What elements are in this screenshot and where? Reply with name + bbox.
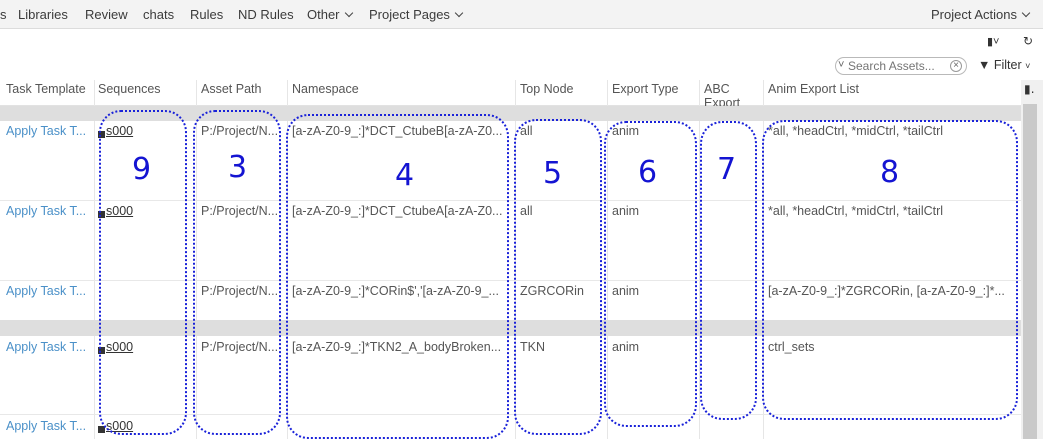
export-menu-icon[interactable]: ▮˅ — [987, 35, 999, 48]
chevron-down-icon — [454, 8, 464, 18]
task-template-link[interactable]: Apply Task T... — [6, 204, 92, 218]
nav-item-nd-rules[interactable]: ND Rules — [238, 7, 294, 22]
filter-button[interactable]: ▼ Filter ˅ — [978, 58, 1030, 72]
nav-project-pages-label: Project Pages — [369, 7, 450, 22]
search-input[interactable] — [848, 59, 943, 73]
refresh-icon[interactable]: ↻ — [1023, 34, 1033, 48]
nav-item-other-menu[interactable]: Other — [307, 7, 353, 22]
project-actions-menu[interactable]: Project Actions — [931, 7, 1031, 22]
filter-icon: ▼ — [978, 58, 991, 72]
column-settings-icon[interactable]: ▮․ — [1024, 82, 1035, 96]
nav-item-review[interactable]: Review — [85, 7, 128, 22]
nav-item-chats[interactable]: chats — [143, 7, 174, 22]
search-assets-field[interactable]: ˅ × — [835, 57, 967, 75]
column-header-export-type[interactable]: Export Type — [612, 82, 678, 96]
annotation-number: 7 — [717, 152, 737, 187]
table-header: Task Template Sequences Asset Path Names… — [0, 80, 1021, 106]
annotation-number: 6 — [638, 155, 658, 190]
column-header-sequences[interactable]: Sequences — [98, 82, 161, 96]
task-template-link[interactable]: Apply Task T... — [6, 124, 92, 138]
column-divider[interactable] — [94, 80, 95, 439]
annotation-number: 8 — [880, 155, 900, 190]
nav-other-label: Other — [307, 7, 340, 22]
scrollbar-thumb[interactable] — [1023, 104, 1037, 439]
clear-search-icon[interactable]: × — [950, 60, 962, 72]
project-actions-label: Project Actions — [931, 7, 1017, 22]
nav-item-rules[interactable]: Rules — [190, 7, 223, 22]
nav-item-libraries[interactable]: Libraries — [18, 7, 68, 22]
search-options-icon[interactable]: ˅ — [838, 59, 844, 71]
task-template-link[interactable]: Apply Task T... — [6, 419, 92, 433]
column-header-anim-export-list[interactable]: Anim Export List — [768, 82, 859, 96]
annotation-number: 4 — [395, 158, 415, 193]
annotation-number: 3 — [228, 150, 248, 185]
column-header-asset-path[interactable]: Asset Path — [201, 82, 261, 96]
nav-item-truncated[interactable]: s — [0, 7, 7, 22]
nav-item-project-pages-menu[interactable]: Project Pages — [369, 7, 464, 22]
task-template-link[interactable]: Apply Task T... — [6, 284, 92, 298]
annotation-number: 9 — [132, 152, 152, 187]
filter-label: Filter — [993, 58, 1022, 72]
column-header-top-node[interactable]: Top Node — [520, 82, 574, 96]
column-header-task-template[interactable]: Task Template — [6, 82, 86, 96]
vertical-scrollbar[interactable]: ▮․ — [1021, 80, 1043, 439]
top-nav-bar: s Libraries Review chats Rules ND Rules … — [0, 0, 1043, 29]
chevron-down-icon — [344, 8, 353, 18]
task-template-link[interactable]: Apply Task T... — [6, 340, 92, 354]
chevron-down-icon: ˅ — [1025, 61, 1031, 71]
column-header-abc-export[interactable]: ABC Export — [704, 82, 748, 106]
column-header-namespace[interactable]: Namespace — [292, 82, 359, 96]
annotation-number: 5 — [543, 156, 563, 191]
chevron-down-icon — [1021, 8, 1031, 18]
